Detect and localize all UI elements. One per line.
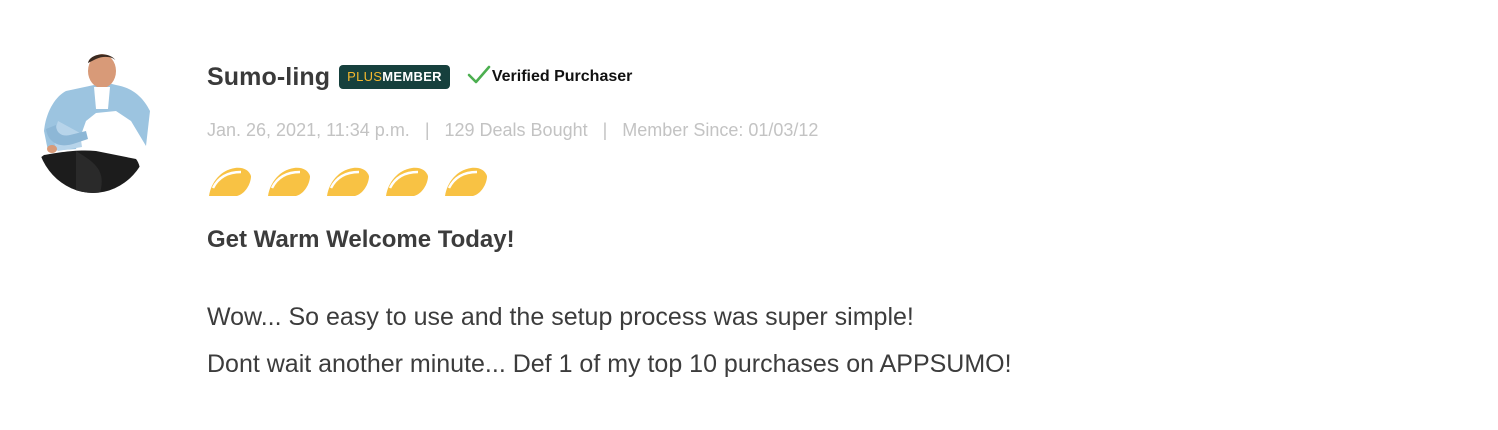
review-card: Sumo-ling PLUS MEMBER Verified Purchaser … xyxy=(0,0,1498,430)
taco-icon xyxy=(266,162,312,202)
review-body-line: Dont wait another minute... Def 1 of my … xyxy=(207,350,1012,378)
review-body: Wow... So easy to use and the setup proc… xyxy=(207,294,1447,388)
badge-plus-text: PLUS xyxy=(347,69,383,84)
plus-member-badge: PLUS MEMBER xyxy=(339,65,450,89)
checkmark-icon xyxy=(467,65,492,90)
avatar[interactable] xyxy=(36,51,150,193)
taco-icon xyxy=(325,162,371,202)
reviewer-header: Sumo-ling PLUS MEMBER Verified Purchaser xyxy=(207,58,1447,96)
verified-label: Verified Purchaser xyxy=(491,68,633,85)
taco-icon xyxy=(443,162,489,202)
review-body-line: Wow... So easy to use and the setup proc… xyxy=(207,303,914,331)
taco-icon xyxy=(207,162,253,202)
meta-divider: | xyxy=(424,119,430,140)
verified-purchaser: Verified Purchaser xyxy=(467,65,633,90)
avatar-image xyxy=(36,51,150,193)
meta-divider: | xyxy=(602,119,608,140)
review-title: Get Warm Welcome Today! xyxy=(207,226,515,253)
deals-bought: 129 Deals Bought xyxy=(444,119,588,140)
taco-rating xyxy=(207,162,1447,202)
member-since: Member Since: 01/03/12 xyxy=(622,119,819,140)
taco-icon xyxy=(384,162,430,202)
reviewer-name[interactable]: Sumo-ling xyxy=(207,63,330,92)
review-meta: Jan. 26, 2021, 11:34 p.m. | 129 Deals Bo… xyxy=(207,115,1447,145)
review-content: Sumo-ling PLUS MEMBER Verified Purchaser … xyxy=(207,58,1447,388)
review-date: Jan. 26, 2021, 11:34 p.m. xyxy=(207,119,410,140)
badge-member-text: MEMBER xyxy=(382,69,442,84)
